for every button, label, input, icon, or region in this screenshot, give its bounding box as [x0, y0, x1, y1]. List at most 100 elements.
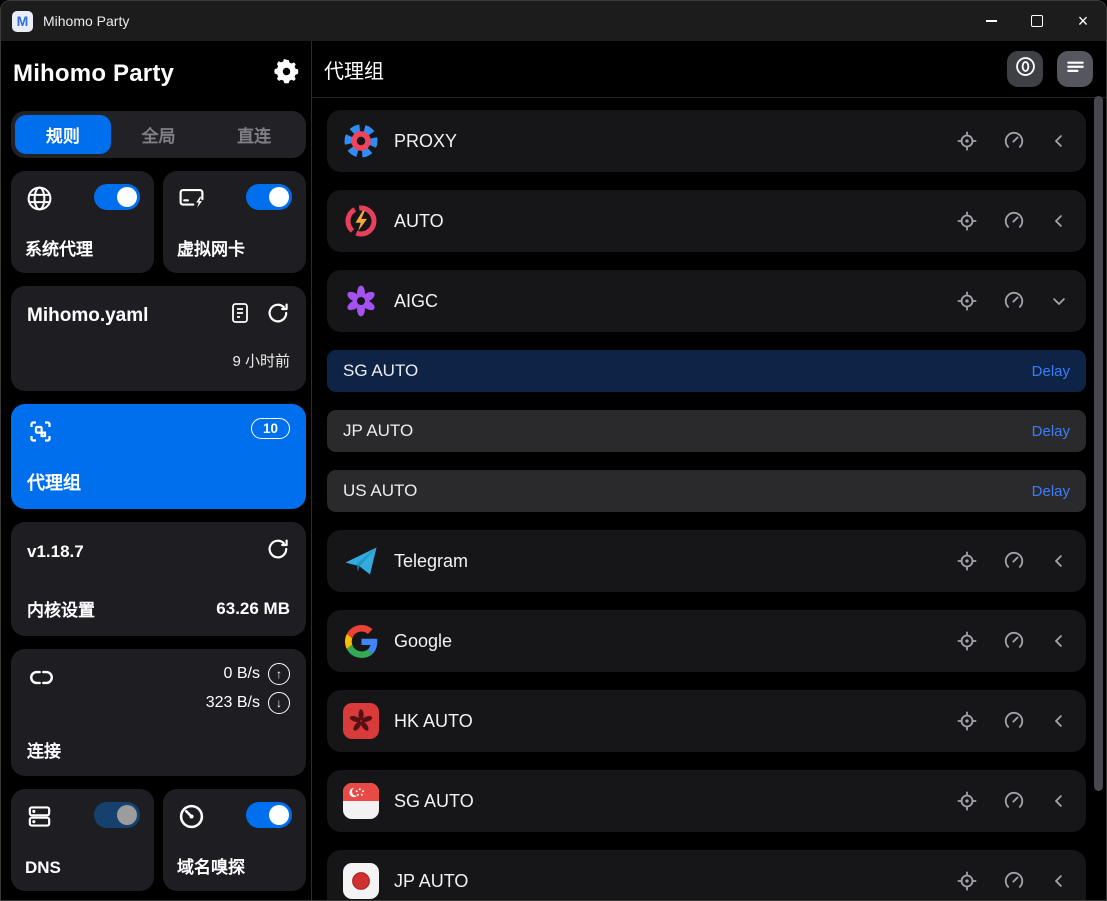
proxywheel-icon [343, 123, 379, 159]
view-toggle-button[interactable] [1057, 51, 1093, 87]
delay-test-icon[interactable] [1003, 870, 1025, 892]
proxy-group-name: JP AUTO [394, 871, 956, 892]
proxy-group-row[interactable]: Telegram [327, 530, 1086, 592]
proxy-group-list: PROXY AUTO AIGC SG AUTO Delay JP AUTO De… [312, 98, 1106, 900]
chevron-icon[interactable] [1050, 292, 1068, 310]
scrollbar[interactable] [1094, 96, 1103, 791]
proxy-group-name: Google [394, 631, 956, 652]
gear-icon [273, 58, 300, 90]
main-panel: 代理组 PROXY AUTO AIGC [311, 41, 1106, 900]
mode-tab-2[interactable]: 直连 [206, 115, 302, 154]
profile-refresh-icon[interactable] [266, 301, 290, 330]
sidebar-item-proxy-groups[interactable]: 10 代理组 [11, 404, 306, 509]
profile-name: Mihomo.yaml [27, 305, 148, 327]
proxy-group-row[interactable]: Google [327, 610, 1086, 672]
maximize-button[interactable] [1014, 1, 1060, 41]
locate-icon[interactable] [956, 870, 978, 892]
sniff-toggle[interactable] [246, 802, 292, 828]
delay-test-icon[interactable] [1003, 710, 1025, 732]
sort-button[interactable] [1007, 51, 1043, 87]
proxy-item-row[interactable]: SG AUTO Delay [327, 350, 1086, 392]
proxy-group-row[interactable]: HK AUTO [327, 690, 1086, 752]
titlebar-app-title: Mihomo Party [43, 13, 129, 29]
proxy-group-row[interactable]: PROXY [327, 110, 1086, 172]
tun-label: 虚拟网卡 [177, 235, 292, 260]
close-button[interactable]: × [1060, 1, 1106, 41]
delay-test-icon[interactable] [1003, 210, 1025, 232]
proxy-item-name: US AUTO [343, 481, 417, 501]
telegram-icon [343, 543, 379, 579]
tun-toggle[interactable] [246, 184, 292, 210]
delay-test-icon[interactable] [1003, 290, 1025, 312]
dns-card[interactable]: DNS [11, 789, 154, 891]
profile-edit-icon[interactable] [228, 301, 252, 330]
kernel-memory: 63.26 MB [216, 599, 290, 619]
locate-icon[interactable] [956, 630, 978, 652]
delay-button[interactable]: Delay [1032, 363, 1070, 380]
proxy-group-row[interactable]: AUTO [327, 190, 1086, 252]
system-proxy-card[interactable]: 系统代理 [11, 171, 154, 273]
sidebar-title: Mihomo Party [13, 60, 174, 88]
locate-icon[interactable] [956, 210, 978, 232]
chevron-icon[interactable] [1050, 132, 1068, 150]
sniff-icon [177, 802, 206, 836]
delay-button[interactable]: Delay [1032, 483, 1070, 500]
dns-label: DNS [25, 858, 140, 878]
delay-test-icon[interactable] [1003, 550, 1025, 572]
sidebar: Mihomo Party 规则全局直连 系统代理 虚 [1, 41, 311, 900]
system-proxy-toggle[interactable] [94, 184, 140, 210]
locate-icon[interactable] [956, 290, 978, 312]
connections-card[interactable]: 0 B/s↑ 323 B/s↓ 连接 [11, 649, 306, 776]
proxy-item-row[interactable]: US AUTO Delay [327, 470, 1086, 512]
download-arrow-icon: ↓ [268, 692, 290, 714]
locate-icon[interactable] [956, 710, 978, 732]
locate-icon[interactable] [956, 130, 978, 152]
list-view-icon [1064, 55, 1087, 83]
chevron-icon[interactable] [1050, 792, 1068, 810]
proxy-item-name: JP AUTO [343, 421, 413, 441]
proxy-group-name: SG AUTO [394, 791, 956, 812]
locate-icon[interactable] [956, 550, 978, 572]
proxy-item-row[interactable]: JP AUTO Delay [327, 410, 1086, 452]
globe-icon [25, 184, 54, 218]
delay-button[interactable]: Delay [1032, 423, 1070, 440]
locate-icon[interactable] [956, 790, 978, 812]
delay-test-icon[interactable] [1003, 630, 1025, 652]
delay-test-icon[interactable] [1003, 790, 1025, 812]
proxy-group-name: HK AUTO [394, 711, 956, 732]
proxy-group-name: Telegram [394, 551, 956, 572]
main-header: 代理组 [312, 41, 1106, 98]
kernel-settings-label: 内核设置 [27, 596, 95, 621]
sniff-card[interactable]: 域名嗅探 [163, 789, 306, 891]
delay-test-icon[interactable] [1003, 130, 1025, 152]
system-proxy-label: 系统代理 [25, 235, 140, 260]
dns-server-icon [25, 802, 54, 836]
autobolt-icon [343, 203, 379, 239]
link-icon [27, 663, 56, 697]
chevron-icon[interactable] [1050, 632, 1068, 650]
kernel-version: v1.18.7 [27, 542, 84, 562]
google-icon [343, 623, 379, 659]
chevron-icon[interactable] [1050, 552, 1068, 570]
dns-toggle[interactable] [94, 802, 140, 828]
upload-arrow-icon: ↑ [268, 663, 290, 685]
proxy-item-name: SG AUTO [343, 361, 418, 381]
chevron-icon[interactable] [1050, 212, 1068, 230]
connections-label: 连接 [27, 737, 290, 762]
mode-tab-1[interactable]: 全局 [111, 115, 207, 154]
kernel-card[interactable]: v1.18.7 内核设置 63.26 MB [11, 522, 306, 636]
flaghk-icon [343, 703, 379, 739]
page-title: 代理组 [324, 55, 384, 84]
profile-card[interactable]: Mihomo.yaml 9 小时前 [11, 286, 306, 391]
chevron-icon[interactable] [1050, 872, 1068, 890]
proxy-group-row[interactable]: JP AUTO [327, 850, 1086, 900]
proxy-group-icon [27, 418, 54, 450]
mode-tab-0[interactable]: 规则 [15, 115, 111, 154]
proxy-group-row[interactable]: SG AUTO [327, 770, 1086, 832]
kernel-restart-icon[interactable] [266, 537, 290, 566]
chevron-icon[interactable] [1050, 712, 1068, 730]
settings-button[interactable] [270, 58, 302, 90]
proxy-group-row[interactable]: AIGC [327, 270, 1086, 332]
minimize-button[interactable] [968, 1, 1014, 41]
tun-card[interactable]: 虚拟网卡 [163, 171, 306, 273]
